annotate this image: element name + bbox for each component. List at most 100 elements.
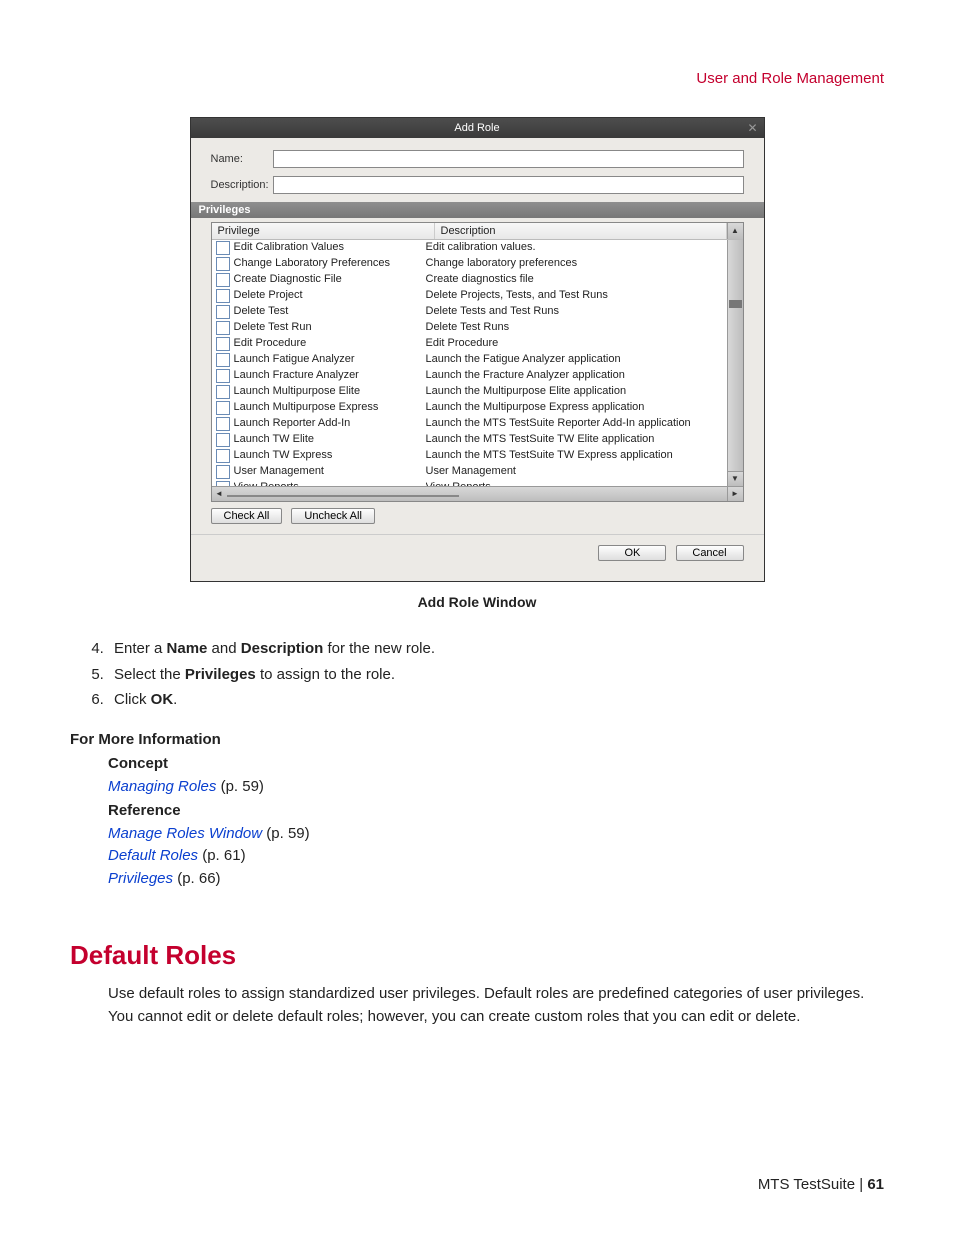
cancel-button[interactable]: Cancel bbox=[676, 545, 744, 561]
privilege-name: Launch TW Express bbox=[234, 449, 426, 463]
scroll-up-icon[interactable]: ▲ bbox=[727, 223, 743, 239]
privilege-name: Launch Multipurpose Elite bbox=[234, 385, 426, 399]
page-footer: MTS TestSuite | 61 bbox=[758, 1176, 884, 1193]
privilege-checkbox[interactable] bbox=[216, 353, 230, 367]
step-text: . bbox=[173, 691, 177, 708]
privilege-checkbox[interactable] bbox=[216, 417, 230, 431]
page-ref: (p. 66) bbox=[173, 870, 221, 887]
privilege-description: Change laboratory preferences bbox=[426, 257, 727, 271]
scroll-left-icon[interactable]: ◄ bbox=[212, 487, 227, 501]
link-manage-roles-window[interactable]: Manage Roles Window bbox=[108, 825, 262, 842]
privilege-checkbox[interactable] bbox=[216, 257, 230, 271]
link-default-roles[interactable]: Default Roles bbox=[108, 847, 198, 864]
column-header-description[interactable]: Description bbox=[435, 223, 727, 239]
vertical-scrollbar[interactable]: ▼ bbox=[727, 240, 743, 486]
privilege-checkbox[interactable] bbox=[216, 241, 230, 255]
privilege-checkbox[interactable] bbox=[216, 401, 230, 415]
privilege-description: Edit Procedure bbox=[426, 337, 727, 351]
privilege-row[interactable]: Launch Fracture AnalyzerLaunch the Fract… bbox=[212, 368, 727, 384]
ok-button[interactable]: OK bbox=[598, 545, 666, 561]
footer-page-number: 61 bbox=[867, 1176, 884, 1193]
privileges-section-title: Privileges bbox=[191, 202, 764, 218]
privilege-checkbox[interactable] bbox=[216, 273, 230, 287]
hscroll-thumb[interactable] bbox=[227, 495, 459, 497]
privilege-name: View Reports bbox=[234, 481, 426, 486]
step-text: for the new role. bbox=[323, 640, 435, 657]
step-text: Enter a bbox=[114, 640, 167, 657]
privilege-row[interactable]: Edit Calibration ValuesEdit calibration … bbox=[212, 240, 727, 256]
privilege-checkbox[interactable] bbox=[216, 465, 230, 479]
close-icon[interactable]: ✕ bbox=[747, 118, 757, 138]
step-5: Select the Privileges to assign to the r… bbox=[108, 662, 884, 688]
privilege-description: Create diagnostics file bbox=[426, 273, 727, 287]
link-privileges[interactable]: Privileges bbox=[108, 870, 173, 887]
privilege-name: Create Diagnostic File bbox=[234, 273, 426, 287]
step-text: Select the bbox=[114, 666, 185, 683]
page-ref: (p. 61) bbox=[198, 847, 246, 864]
privilege-row[interactable]: Launch Multipurpose EliteLaunch the Mult… bbox=[212, 384, 727, 400]
privilege-row[interactable]: Launch Multipurpose ExpressLaunch the Mu… bbox=[212, 400, 727, 416]
privilege-name: Launch Fracture Analyzer bbox=[234, 369, 426, 383]
privilege-checkbox[interactable] bbox=[216, 385, 230, 399]
step-4: Enter a Name and Description for the new… bbox=[108, 636, 884, 662]
privilege-name: Change Laboratory Preferences bbox=[234, 257, 426, 271]
step-text: to assign to the role. bbox=[256, 666, 395, 683]
privilege-checkbox[interactable] bbox=[216, 433, 230, 447]
column-header-privilege[interactable]: Privilege bbox=[212, 223, 435, 239]
step-strong: Name bbox=[167, 640, 208, 657]
privilege-row[interactable]: User ManagementUser Management bbox=[212, 464, 727, 480]
privilege-row[interactable]: Launch Reporter Add-InLaunch the MTS Tes… bbox=[212, 416, 727, 432]
fmi-heading: For More Information bbox=[70, 729, 884, 752]
privilege-row[interactable]: Launch TW EliteLaunch the MTS TestSuite … bbox=[212, 432, 727, 448]
privilege-description: Launch the MTS TestSuite Reporter Add-In… bbox=[426, 417, 727, 431]
description-label: Description: bbox=[211, 179, 273, 191]
privilege-row[interactable]: Edit ProcedureEdit Procedure bbox=[212, 336, 727, 352]
link-managing-roles[interactable]: Managing Roles bbox=[108, 778, 216, 795]
privilege-row[interactable]: Delete ProjectDelete Projects, Tests, an… bbox=[212, 288, 727, 304]
step-6: Click OK. bbox=[108, 687, 884, 713]
page-ref: (p. 59) bbox=[216, 778, 264, 795]
horizontal-scrollbar[interactable]: ◄ ► bbox=[212, 486, 743, 501]
privilege-row[interactable]: Delete Test RunDelete Test Runs bbox=[212, 320, 727, 336]
for-more-information: For More Information Concept Managing Ro… bbox=[70, 729, 884, 891]
privilege-name: Edit Procedure bbox=[234, 337, 426, 351]
privilege-checkbox[interactable] bbox=[216, 305, 230, 319]
add-role-dialog: Add Role ✕ Name: Description: Privileges… bbox=[190, 117, 765, 582]
privilege-name: Delete Project bbox=[234, 289, 426, 303]
uncheck-all-button[interactable]: Uncheck All bbox=[291, 508, 374, 524]
privilege-name: Launch TW Elite bbox=[234, 433, 426, 447]
privilege-row[interactable]: Launch Fatigue AnalyzerLaunch the Fatigu… bbox=[212, 352, 727, 368]
privilege-name: Delete Test bbox=[234, 305, 426, 319]
privilege-description: Launch the Fracture Analyzer application bbox=[426, 369, 727, 383]
privilege-checkbox[interactable] bbox=[216, 337, 230, 351]
section-heading-default-roles: Default Roles bbox=[70, 940, 884, 971]
privilege-name: Delete Test Run bbox=[234, 321, 426, 335]
privilege-row[interactable]: Create Diagnostic FileCreate diagnostics… bbox=[212, 272, 727, 288]
privilege-checkbox[interactable] bbox=[216, 481, 230, 486]
step-text: and bbox=[207, 640, 240, 657]
privilege-row[interactable]: Change Laboratory PreferencesChange labo… bbox=[212, 256, 727, 272]
scroll-right-icon[interactable]: ► bbox=[727, 487, 743, 501]
privilege-row[interactable]: Launch TW ExpressLaunch the MTS TestSuit… bbox=[212, 448, 727, 464]
privilege-name: User Management bbox=[234, 465, 426, 479]
scroll-thumb[interactable] bbox=[729, 300, 742, 308]
privilege-row[interactable]: Delete TestDelete Tests and Test Runs bbox=[212, 304, 727, 320]
privilege-name: Edit Calibration Values bbox=[234, 241, 426, 255]
privilege-checkbox[interactable] bbox=[216, 449, 230, 463]
check-all-button[interactable]: Check All bbox=[211, 508, 283, 524]
privilege-description: Delete Test Runs bbox=[426, 321, 727, 335]
scroll-down-icon[interactable]: ▼ bbox=[728, 471, 743, 486]
privilege-checkbox[interactable] bbox=[216, 321, 230, 335]
step-strong: Description bbox=[241, 640, 324, 657]
name-label: Name: bbox=[211, 153, 273, 165]
privilege-description: Edit calibration values. bbox=[426, 241, 727, 255]
privilege-row[interactable]: View ReportsView Reports bbox=[212, 480, 727, 486]
privilege-checkbox[interactable] bbox=[216, 289, 230, 303]
privilege-checkbox[interactable] bbox=[216, 369, 230, 383]
step-strong: OK bbox=[151, 691, 174, 708]
privilege-description: View Reports bbox=[426, 481, 727, 486]
fmi-reference-heading: Reference bbox=[108, 800, 884, 823]
description-input[interactable] bbox=[273, 176, 744, 194]
footer-product: MTS TestSuite | bbox=[758, 1176, 868, 1193]
name-input[interactable] bbox=[273, 150, 744, 168]
